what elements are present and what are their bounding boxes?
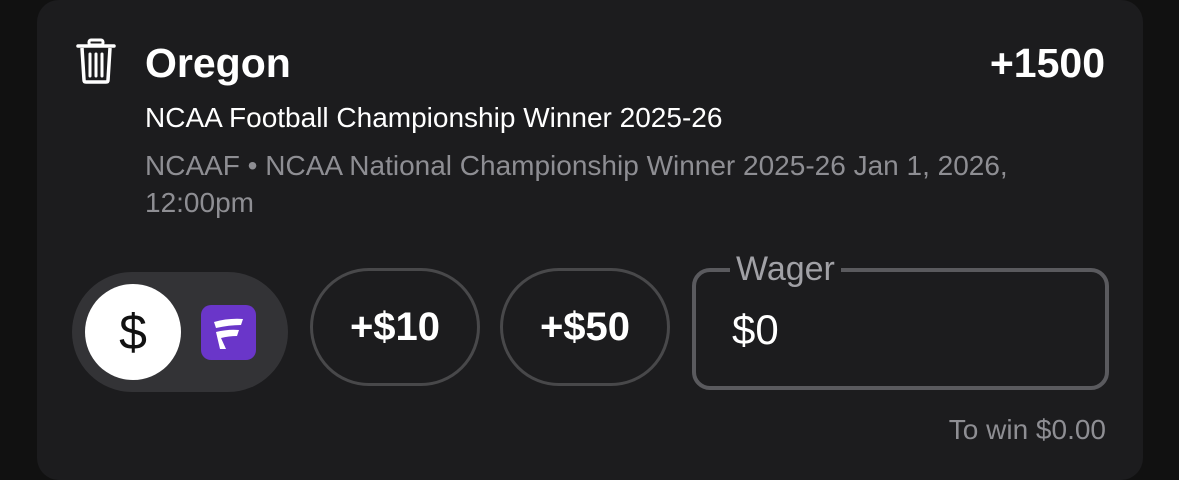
quick-add-50-button[interactable]: +$50 <box>500 268 670 386</box>
team-name: Oregon <box>145 40 291 86</box>
event-details: NCAAF • NCAA National Championship Winne… <box>145 150 1008 218</box>
wager-label: Wager <box>730 248 841 290</box>
odds-value: +1500 <box>989 40 1105 86</box>
quick-add-10-button[interactable]: +$10 <box>310 268 480 386</box>
to-win-text: To win $0.00 <box>948 414 1106 445</box>
cash-wager-button[interactable]: $ <box>85 284 181 380</box>
fanduel-logo-icon[interactable] <box>201 305 256 360</box>
trash-icon[interactable] <box>76 38 116 84</box>
wager-value[interactable]: $0 <box>732 306 779 354</box>
dollar-icon: $ <box>119 304 147 360</box>
market-title: NCAA Football Championship Winner 2025-2… <box>145 102 723 133</box>
